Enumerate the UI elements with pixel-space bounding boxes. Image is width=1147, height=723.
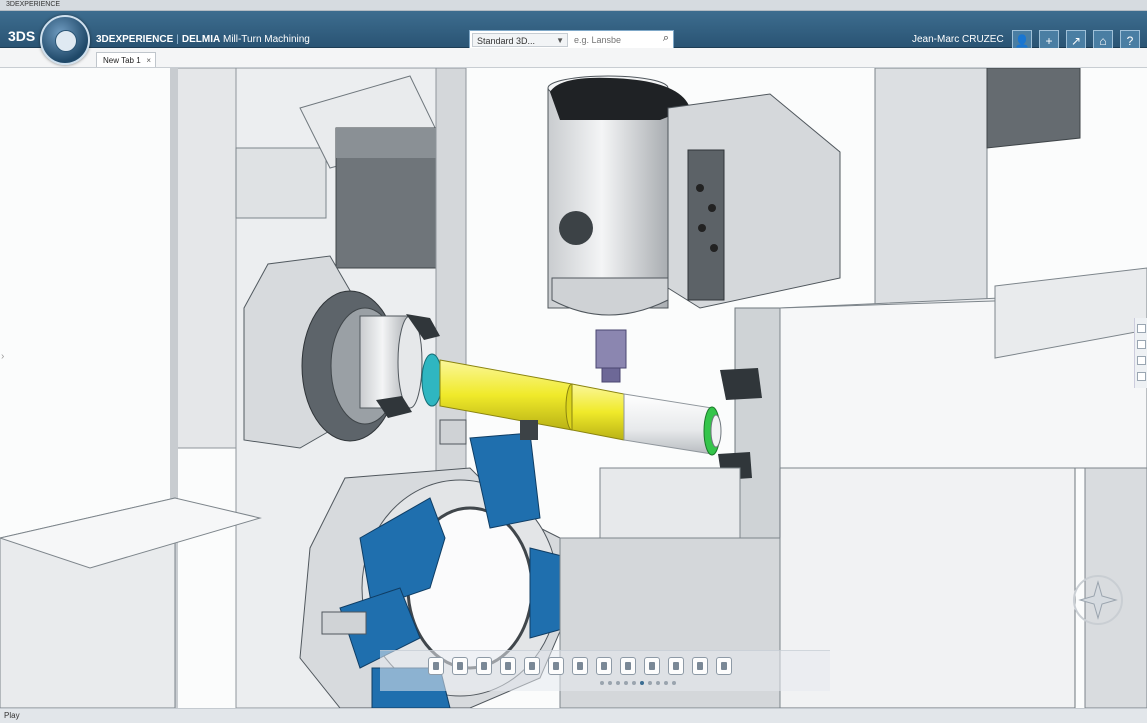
side-tool-icon[interactable]: [1137, 340, 1146, 349]
tab-label: New Tab 1: [103, 56, 141, 65]
action-tool-icon[interactable]: [596, 657, 612, 675]
window-titlebar: 3DEXPERIENCE: [0, 0, 1147, 11]
action-bar-page-dot[interactable]: [648, 681, 652, 685]
search-icon[interactable]: ⌕: [663, 32, 669, 45]
action-tool-icon[interactable]: [716, 657, 732, 675]
right-side-panel: [1134, 318, 1147, 388]
action-tool-icon[interactable]: [644, 657, 660, 675]
app-brand: 3DEXPERIENCE: [96, 34, 174, 45]
3d-viewport[interactable]: ›: [0, 68, 1147, 708]
profile-icon: 👤: [1014, 34, 1030, 48]
action-bar-page-dot[interactable]: [664, 681, 668, 685]
action-bar-page-dot[interactable]: [656, 681, 660, 685]
help-button[interactable]: ?: [1120, 30, 1140, 50]
action-bar-page-dot[interactable]: [608, 681, 612, 685]
left-panel-expand-icon[interactable]: ›: [1, 351, 4, 362]
action-tool-icon[interactable]: [620, 657, 636, 675]
close-icon[interactable]: ×: [146, 53, 151, 68]
search-scope-dropdown[interactable]: Standard 3D... ▼: [472, 33, 568, 47]
action-tool-icon[interactable]: [692, 657, 708, 675]
action-bar-page-dot[interactable]: [624, 681, 628, 685]
side-tool-icon[interactable]: [1137, 324, 1146, 333]
action-bar-page-dot[interactable]: [672, 681, 676, 685]
compass-center[interactable]: [55, 30, 77, 52]
action-bar-page-dot[interactable]: [600, 681, 604, 685]
action-tool-icon[interactable]: [500, 657, 516, 675]
action-bar: [380, 650, 830, 691]
action-tool-icon[interactable]: [548, 657, 564, 675]
machine-scene[interactable]: [0, 68, 1147, 708]
user-name[interactable]: Jean-Marc CRUZEC: [912, 34, 1004, 45]
search-scope-label: Standard 3D...: [477, 36, 536, 46]
search-input[interactable]: [574, 33, 654, 47]
compass-icon[interactable]: [40, 15, 90, 65]
action-bar-page-dot[interactable]: [616, 681, 620, 685]
top-bar: 3DS 3DEXPERIENCE | DELMIA Mill-Turn Machin…: [0, 11, 1147, 52]
profile-button[interactable]: 👤: [1012, 30, 1032, 50]
status-text: Play: [4, 711, 20, 720]
chevron-down-icon: ▼: [556, 36, 564, 45]
home-button[interactable]: ⌂: [1093, 30, 1113, 50]
help-icon: ?: [1126, 34, 1134, 48]
app-name: Mill-Turn Machining: [222, 34, 310, 45]
3ds-logo-icon[interactable]: 3DS: [8, 28, 35, 44]
action-tool-icon[interactable]: [452, 657, 468, 675]
status-bar: Play: [0, 708, 1147, 723]
side-tool-icon[interactable]: [1137, 372, 1146, 381]
view-navigator: [1073, 575, 1123, 625]
action-tool-icon[interactable]: [668, 657, 684, 675]
tab-new-tab-1[interactable]: New Tab 1 ×: [96, 52, 156, 67]
app-title: 3DEXPERIENCE | DELMIA Mill-Turn Machining: [96, 34, 310, 45]
action-tool-icon[interactable]: [428, 657, 444, 675]
action-bar-page-dot[interactable]: [632, 681, 636, 685]
app-product: DELMIA: [181, 34, 221, 45]
action-bar-page-dot[interactable]: [640, 681, 644, 685]
window-title: 3DEXPERIENCE: [6, 1, 61, 8]
action-tool-icon[interactable]: [524, 657, 540, 675]
share-button[interactable]: ↗: [1066, 30, 1086, 50]
tab-strip: [0, 48, 1147, 68]
home-icon: ⌂: [1099, 34, 1107, 48]
share-icon: ↗: [1070, 34, 1082, 48]
side-tool-icon[interactable]: [1137, 356, 1146, 365]
action-tool-icon[interactable]: [476, 657, 492, 675]
add-button[interactable]: +: [1039, 30, 1059, 50]
add-icon: +: [1045, 34, 1053, 48]
action-tool-icon[interactable]: [572, 657, 588, 675]
